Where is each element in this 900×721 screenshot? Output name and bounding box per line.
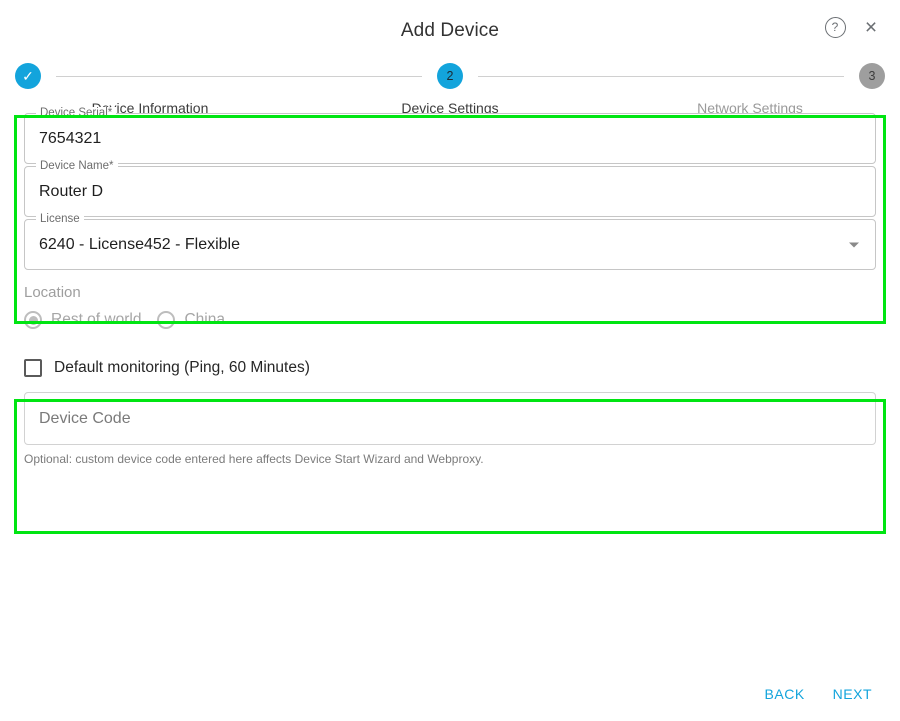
page-title: Add Device: [400, 20, 500, 41]
device-serial-label: Device Serial*: [36, 107, 117, 119]
chevron-down-icon: [849, 242, 859, 247]
header-actions: ? ×: [824, 16, 882, 38]
check-icon: ✓: [22, 68, 34, 84]
license-value: 6240 - License452 - Flexible: [39, 235, 241, 253]
monitoring-section: Default monitoring (Ping, 60 Minutes) De…: [24, 329, 876, 466]
step-3-circle: 3: [859, 63, 885, 89]
license-select[interactable]: License 6240 - License452 - Flexible: [24, 213, 876, 270]
radio-selected-icon: [24, 311, 42, 329]
device-serial-input[interactable]: Device Serial* 7654321: [24, 107, 876, 164]
location-title: Location: [24, 284, 81, 301]
device-name-input[interactable]: Device Name* Router D: [24, 160, 876, 217]
default-monitoring-checkbox[interactable]: [24, 359, 42, 377]
location-section: Location Rest of world China: [24, 270, 876, 329]
step-connector-2: [478, 75, 844, 77]
help-button[interactable]: ?: [824, 16, 846, 38]
dialog-header: Add Device ? ×: [0, 0, 900, 56]
back-button[interactable]: BACK: [759, 681, 811, 707]
step-connector-1: [56, 75, 422, 77]
device-code-helper-text: Optional: custom device code entered her…: [24, 452, 484, 466]
radio-label-rest-of-world: Rest of world: [51, 311, 142, 328]
default-monitoring-label: Default monitoring (Ping, 60 Minutes): [54, 359, 310, 376]
device-code-input[interactable]: Device Code: [24, 392, 876, 445]
step-node-1[interactable]: ✓: [0, 63, 56, 89]
device-name-label: Device Name*: [36, 160, 118, 172]
license-label: License: [36, 213, 84, 225]
device-name-field-wrap: Device Name* Router D: [24, 160, 876, 217]
radio-option-rest-of-world[interactable]: Rest of world: [24, 311, 141, 329]
location-radio-group: Rest of world China: [24, 311, 876, 329]
step-1-circle: ✓: [15, 63, 41, 89]
help-circle-icon: ?: [824, 16, 846, 38]
form-area: Device Serial* 7654321 Device Name* Rout…: [0, 107, 900, 466]
step-2-circle: 2: [437, 63, 463, 89]
default-monitoring-row[interactable]: Default monitoring (Ping, 60 Minutes): [24, 359, 876, 377]
license-field-wrap: License 6240 - License452 - Flexible: [24, 213, 876, 270]
radio-option-china[interactable]: China: [157, 311, 225, 329]
radio-label-china: China: [184, 311, 225, 328]
dialog-footer: BACK NEXT: [759, 681, 878, 707]
close-icon: ×: [864, 15, 878, 39]
device-serial-value: 7654321: [39, 129, 102, 147]
device-code-placeholder: Device Code: [39, 409, 131, 427]
next-button[interactable]: NEXT: [827, 681, 878, 707]
wizard-stepper: ✓ 2 3 Device Information Device Settings…: [0, 58, 900, 116]
stepper-nodes: ✓ 2 3: [0, 58, 900, 94]
step-node-2[interactable]: 2: [422, 63, 478, 89]
device-name-value: Router D: [39, 182, 104, 200]
close-button[interactable]: ×: [860, 16, 882, 38]
device-serial-field-wrap: Device Serial* 7654321: [24, 107, 876, 164]
radio-unselected-icon: [157, 311, 176, 329]
step-node-3[interactable]: 3: [844, 63, 900, 89]
